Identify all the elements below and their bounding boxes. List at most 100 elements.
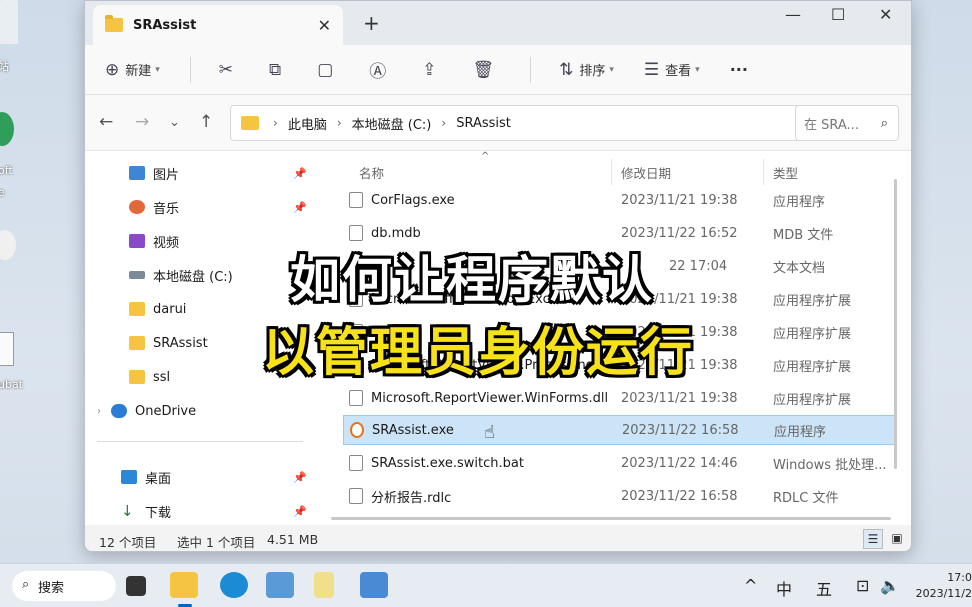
folder-icon	[129, 336, 145, 350]
file-type: MDB 文件	[773, 227, 834, 243]
app-icon[interactable]	[360, 572, 388, 598]
selected-size: 4.51 MB	[267, 532, 319, 547]
more-button[interactable]: ···	[730, 60, 748, 79]
pin-icon[interactable]: 📌	[293, 471, 307, 484]
column-header-name[interactable]: 名称	[359, 163, 384, 182]
table-row[interactable]: Microsoft.ReportViewer.WinForms.dll 2023…	[343, 383, 895, 413]
chevron-down-icon: ▾	[695, 64, 700, 75]
ime-input[interactable]: 五	[816, 576, 832, 600]
edge-icon[interactable]	[0, 112, 14, 146]
sidebar-item-darui[interactable]: darui	[129, 297, 186, 321]
file-type: 应用程序	[774, 424, 827, 440]
vertical-scrollbar[interactable]	[894, 179, 897, 469]
pin-icon[interactable]: 📌	[293, 201, 307, 214]
column-divider[interactable]	[763, 159, 764, 185]
minimize-button[interactable]: —	[785, 5, 801, 24]
delete-button[interactable]: 🗑	[473, 60, 501, 80]
search-icon: ⌕	[22, 577, 30, 592]
address-bar[interactable]: › 此电脑 › 本地磁盘 (C:) › SRAssist ⌄ ↻	[230, 105, 870, 141]
edge-icon[interactable]	[220, 572, 248, 598]
drive-icon	[129, 271, 145, 279]
sidebar-item-label: 视频	[153, 235, 180, 251]
sidebar-item-srassist[interactable]: SRAssist	[129, 331, 208, 355]
copy-icon: ⧉	[269, 59, 282, 80]
chevron-up-icon[interactable]: ^	[744, 576, 757, 595]
file-name: SRAssist.exe.switch.bat	[371, 455, 524, 471]
tab-title: SRAssist	[133, 17, 197, 33]
sort-icon: ⇅	[559, 59, 574, 80]
chevron-right-icon: ›	[97, 405, 101, 417]
sidebar-item-c-drive[interactable]: 本地磁盘 (C:)	[129, 263, 233, 287]
sidebar-item-pictures[interactable]: 图片	[129, 161, 179, 185]
address-row: ← → ⌄ ↑ › 此电脑 › 本地磁盘 (C:) › SRAssist ⌄ ↻…	[85, 95, 911, 151]
forward-arrow-icon[interactable]: →	[135, 112, 149, 132]
chevron-down-icon: ▾	[155, 64, 160, 75]
new-button[interactable]: ⊕ 新建 ▾	[105, 60, 160, 80]
share-button[interactable]: ⇪	[422, 60, 442, 80]
clock[interactable]: 17:0 2023/11/2	[908, 570, 972, 602]
view-lines-icon: ☰	[643, 59, 660, 80]
sort-button[interactable]: ⇅ 排序 ▾	[559, 60, 614, 80]
table-row[interactable]: CorFlags.exe 2023/11/21 19:38 应用程序	[343, 185, 895, 215]
sidebar-item-label: 音乐	[153, 201, 180, 217]
new-label: 新建	[125, 64, 152, 79]
sidebar-item-video[interactable]: 视频	[129, 229, 179, 253]
column-header-type[interactable]: 类型	[773, 163, 798, 182]
volume-icon[interactable]: 🔈	[880, 576, 900, 595]
file-type: 应用程序扩展	[773, 392, 852, 408]
sort-up-icon: ^	[481, 151, 490, 162]
recent-chevron-icon[interactable]: ⌄	[169, 115, 180, 130]
sidebar-item-desktop[interactable]: 桌面	[121, 465, 171, 489]
file-date: 2023/11/21 19:38	[621, 390, 738, 406]
search-input[interactable]: 在 SRA... ⌕	[795, 105, 899, 141]
breadcrumb-srassist[interactable]: SRAssist	[456, 116, 511, 131]
breadcrumb-c-drive[interactable]: 本地磁盘 (C:)	[352, 114, 432, 133]
network-icon[interactable]: ⊡	[856, 576, 869, 595]
chat-icon[interactable]	[0, 230, 16, 260]
view-button[interactable]: ☰ 查看 ▾	[644, 60, 700, 80]
details-view-icon[interactable]: ☰	[863, 529, 883, 549]
file-explorer-icon[interactable]	[170, 572, 198, 598]
back-arrow-icon[interactable]: ←	[99, 112, 113, 132]
pin-icon[interactable]: 📌	[293, 167, 307, 180]
clock-time: 17:0	[947, 571, 972, 584]
up-arrow-icon[interactable]: ↑	[199, 112, 213, 132]
tab-close-icon[interactable]: ✕	[318, 16, 331, 35]
tab-srassist[interactable]: SRAssist ✕	[93, 5, 343, 45]
new-tab-button[interactable]: +	[363, 11, 380, 35]
cut-button[interactable]: ✂	[219, 60, 239, 80]
table-row-selected[interactable]: SRAssist.exe 2023/11/22 16:58 应用程序 ☝	[343, 415, 895, 445]
task-view-icon[interactable]	[126, 576, 146, 596]
sidebar-item-ssl[interactable]: ssl	[129, 365, 170, 389]
recycle-bin-icon[interactable]	[0, 0, 18, 44]
taskbar-search[interactable]: ⌕ 搜索	[12, 571, 116, 601]
notepad-icon[interactable]	[314, 572, 334, 598]
sidebar-item-music[interactable]: 音乐	[129, 195, 179, 219]
folder-icon	[129, 302, 145, 316]
column-header-date[interactable]: 修改日期	[621, 163, 671, 182]
table-row[interactable]: 分析报告.rdlc 2023/11/22 16:58 RDLC 文件	[343, 481, 895, 511]
paste-icon: ▢	[317, 59, 334, 80]
maximize-button[interactable]: ☐	[831, 5, 845, 24]
rename-icon: Ⓐ	[369, 62, 387, 82]
sort-label: 排序	[579, 64, 606, 79]
sidebar-item-label: 本地磁盘 (C:)	[153, 269, 233, 285]
paste-button[interactable]: ▢	[317, 60, 339, 80]
sidebar-item-downloads[interactable]: ↓ 下载	[121, 499, 171, 523]
photos-icon[interactable]	[266, 572, 294, 598]
rename-button[interactable]: Ⓐ	[369, 57, 392, 82]
tiles-view-icon[interactable]: ▣	[887, 529, 907, 549]
file-date: 2023/11/21 19:38	[621, 192, 738, 208]
more-icon: ···	[729, 60, 748, 79]
breadcrumb-this-pc[interactable]: 此电脑	[288, 114, 327, 133]
bat-file-icon[interactable]	[0, 332, 14, 366]
copy-button[interactable]: ⧉	[269, 60, 287, 80]
table-row[interactable]: SRAssist.exe.switch.bat 2023/11/22 14:46…	[343, 448, 895, 478]
close-button[interactable]: ✕	[879, 5, 892, 24]
pin-icon[interactable]: 📌	[293, 505, 307, 518]
ime-mode[interactable]: 中	[776, 576, 792, 600]
sidebar-item-onedrive[interactable]: › OneDrive	[97, 399, 196, 423]
horizontal-scrollbar[interactable]	[331, 517, 891, 520]
sidebar-item-label: OneDrive	[135, 403, 197, 419]
column-divider[interactable]	[611, 159, 612, 185]
